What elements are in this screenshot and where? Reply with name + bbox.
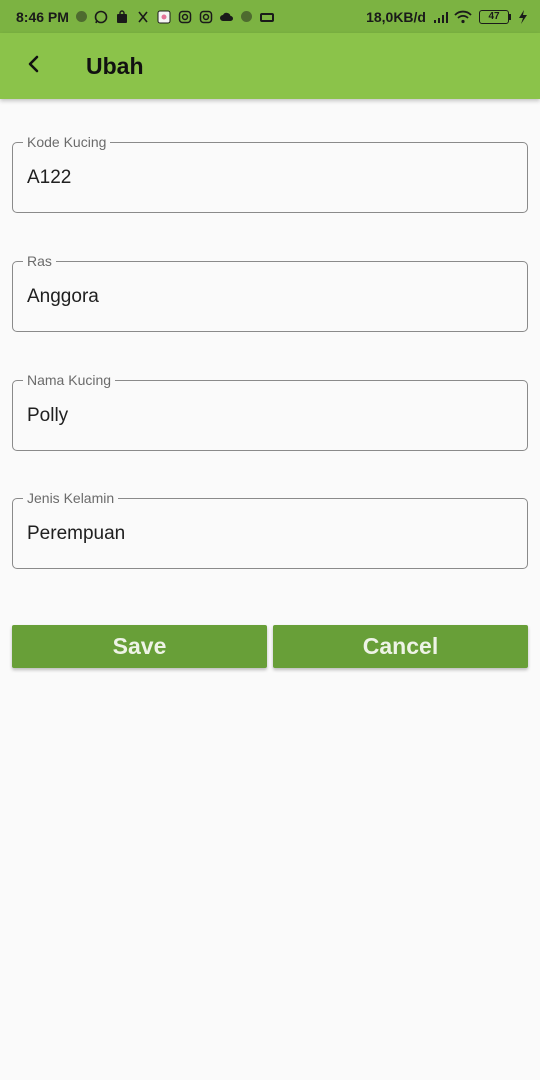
kode-kucing-input[interactable]: A122 [27, 167, 71, 189]
app-bar: Ubah [0, 33, 540, 99]
signal-icon [433, 10, 448, 24]
nama-kucing-input[interactable]: Polly [27, 405, 68, 427]
page-title: Ubah [86, 52, 144, 79]
wifi-icon [454, 10, 472, 24]
battery-icon: 47 [479, 9, 511, 24]
status-bar-right: 18,0KB/d 47 [366, 9, 528, 25]
nama-kucing-field[interactable]: Nama Kucing Polly [12, 372, 528, 451]
whatsapp-icon [94, 10, 108, 24]
instagram-icon [178, 10, 192, 24]
status-time: 8:46 PM [16, 8, 69, 25]
charging-icon [518, 9, 528, 24]
dot-icon [75, 11, 87, 22]
status-bar: 8:46 PM 18,0KB/d 47 [0, 0, 540, 33]
ras-input[interactable]: Anggora [27, 286, 99, 308]
save-button[interactable]: Save [12, 625, 267, 668]
back-button[interactable] [16, 48, 52, 84]
game-icon [259, 10, 274, 24]
nama-kucing-label: Nama Kucing [23, 372, 116, 388]
jenis-kelamin-field[interactable]: Jenis Kelamin Perempuan [12, 490, 528, 569]
ras-label: Ras [23, 253, 56, 269]
cloud-icon [219, 10, 234, 24]
status-bar-left: 8:46 PM [16, 8, 274, 25]
network-speed: 18,0KB/d [366, 8, 426, 25]
shopping-bag-icon [115, 9, 129, 24]
photo-icon [157, 10, 171, 24]
kode-kucing-label: Kode Kucing [23, 134, 111, 150]
kode-kucing-field[interactable]: Kode Kucing A122 [12, 134, 528, 213]
ras-field[interactable]: Ras Anggora [12, 253, 528, 332]
chevron-left-icon [27, 55, 41, 78]
cancel-button[interactable]: Cancel [273, 625, 528, 668]
battery-level: 47 [488, 11, 500, 22]
jenis-kelamin-input[interactable]: Perempuan [27, 523, 125, 545]
jenis-kelamin-label: Jenis Kelamin [23, 490, 119, 506]
app-icon [136, 10, 150, 24]
dot-icon [240, 11, 252, 22]
instagram-icon [199, 10, 213, 24]
